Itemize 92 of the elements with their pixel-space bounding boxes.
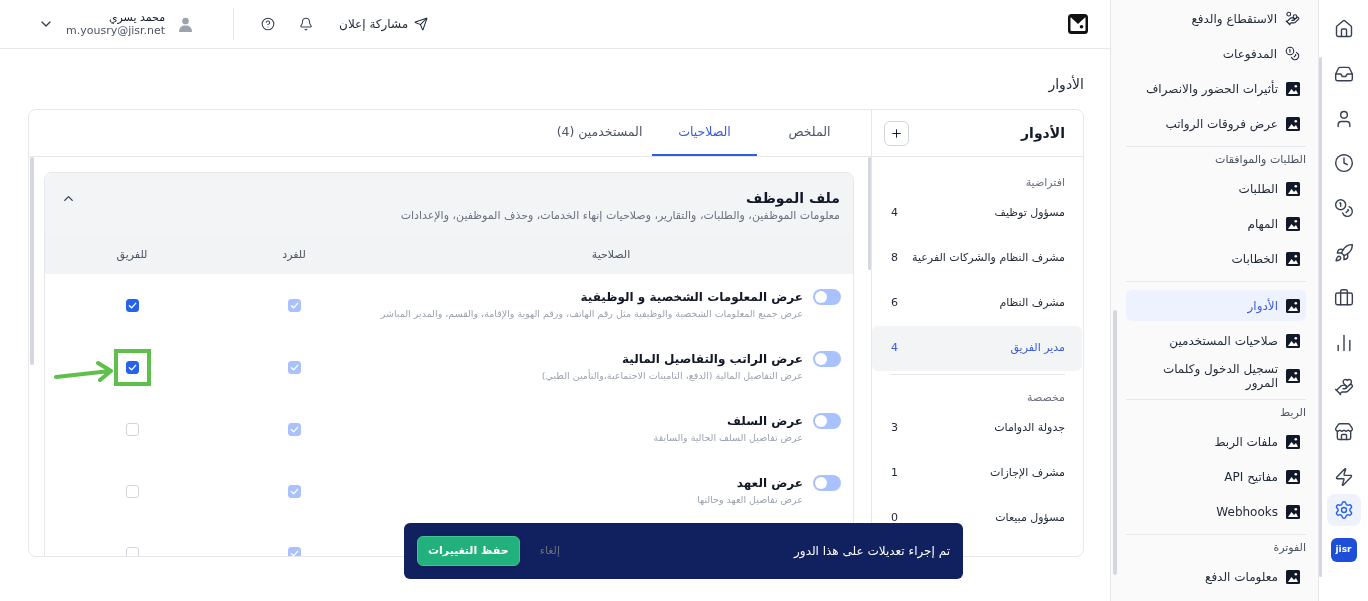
permission-title: عرض الراتب والتفاصيل المالية [621,351,803,368]
settings-icon[interactable] [1333,499,1354,520]
sidebar-item[interactable]: تسجيل الدخول وكلمات المرور [1126,360,1306,392]
avatar-icon [179,16,193,32]
annotation-arrow [53,359,114,382]
sidebar-item[interactable]: الطلبات [1126,173,1306,204]
image-icon [1286,333,1300,348]
image-icon [1286,181,1300,196]
permission-description: عرض التفاصيل المالية (الدفع، التامينات الاجتماعية،والتأمين الطبي) [541,368,803,383]
toast-message: تم إجراء تعديلات على هذا الدور [794,543,950,560]
image-icon [1286,569,1300,584]
panel-title: الأدوار [1021,123,1065,144]
group-title: افتراضية [1024,175,1066,191]
store-icon[interactable] [1333,422,1354,443]
tab[interactable]: المستخدمين (4) [547,110,652,156]
add-button[interactable] [884,120,909,146]
send-icon [414,17,429,31]
sidebar-item[interactable]: عرض فروقات الرواتب [1126,108,1306,139]
check-icon [127,300,137,310]
sidebar-item[interactable]: ملفات الربط [1126,426,1306,457]
help-icon[interactable] [261,17,276,31]
share-button[interactable]: مشاركة إعلان [339,15,429,33]
image-icon [1286,298,1300,313]
permission-title: عرض السلف [726,413,803,430]
section-title: الطلبات والموافقات [1214,152,1306,168]
image-icon [1286,434,1300,449]
permission-title: عرض المعلومات الشخصية و الوظيفية [579,289,803,306]
role-count: 4 [891,205,898,222]
role-count: 4 [891,340,898,357]
coins-icon[interactable] [1333,198,1354,219]
column-header: للفرد [281,246,307,263]
user-email: m.yousry@jisr.net [66,23,166,38]
rocket-icon[interactable] [1333,243,1354,263]
scrollbar-thumb[interactable] [868,157,871,270]
check-icon [289,300,299,310]
image-icon [1286,504,1300,519]
role-count: 6 [891,295,898,312]
home-icon[interactable] [1333,19,1354,39]
logo[interactable]: jisr [1330,537,1357,562]
tab[interactable]: الصلاحيات [652,110,757,156]
checkbox[interactable] [125,360,139,374]
plus-icon [890,126,903,140]
briefcase-icon[interactable] [1333,287,1354,308]
sidebar-item[interactable]: مفاتيح API [1126,461,1306,492]
column-header: الصلاحية [590,246,632,263]
permission-title: عرض العهد [735,475,803,492]
image-icon [1286,81,1300,96]
sidebar-item[interactable]: Webhooks [1126,496,1306,527]
role-count: 3 [891,420,898,437]
image-icon [1286,469,1300,484]
section-description: معلومات الموظفين، والطلبات، والتقارير، وصلاحيات إنهاء الخدمات، وحذف الموظفين، والإعدادات [400,208,840,224]
page-title: الأدوار [1047,75,1084,93]
user-name: محمد يسري [108,10,166,24]
permission-description: عرض تفاصيل السلف الحالية والسابقة [653,431,803,445]
checkbox[interactable] [125,298,139,312]
permission-description: عرض تفاصيل العهد وحالتها [697,493,803,507]
sidebar-item[interactable]: الاستقطاع والدفع [1126,3,1306,34]
image-icon [1286,216,1300,231]
sidebar-item[interactable]: معلومات الدفع [1126,561,1306,592]
check-icon [289,362,299,372]
sidebar-item[interactable]: المدفوعات [1126,38,1306,69]
sidebar-item[interactable]: الأدوار [1126,290,1306,321]
tab[interactable]: الملخص [757,110,862,156]
section-title: الفوترة [1272,540,1306,556]
sidebar-item[interactable]: المهام [1126,208,1306,239]
section-title: الربط [1279,405,1306,421]
image-icon [1286,369,1300,383]
sidebar-item[interactable]: صلاحيات المستخدمين [1126,325,1306,356]
check-icon [127,362,137,372]
permission-description: عرض جميع المعلومات الشخصية والوظيفية مثل رقم الهاتف، ورقم الهوية والإقامة، والقسم، والمدير المباشر [380,307,803,322]
hand-heart-icon[interactable] [1333,377,1354,398]
section-title: ملف الموظف [745,189,840,207]
role-count: 8 [891,250,898,267]
mail-icon[interactable] [1068,14,1088,34]
image-icon [1286,116,1300,131]
column-header: للفريق [115,246,149,263]
role-count: 0 [891,510,898,527]
lightning-icon[interactable] [1333,466,1354,487]
sidebar-item[interactable]: تأثيرات الحضور والانصراف [1126,73,1306,104]
scrollbar-thumb[interactable] [1319,57,1322,577]
rail-nav-button[interactable] [1326,493,1361,526]
bell-icon[interactable] [299,17,314,31]
hand-coins-icon [1285,11,1300,26]
check-icon [289,486,299,496]
check-icon [289,424,299,434]
sidebar-item[interactable]: الخطابات [1126,243,1306,274]
coins-icon [1285,46,1300,61]
image-icon [1286,251,1300,266]
clock-icon[interactable] [1333,153,1354,174]
group-title: مخصصة [1026,390,1066,406]
role-count: 1 [891,465,898,482]
scrollbar-thumb[interactable] [1113,310,1117,575]
